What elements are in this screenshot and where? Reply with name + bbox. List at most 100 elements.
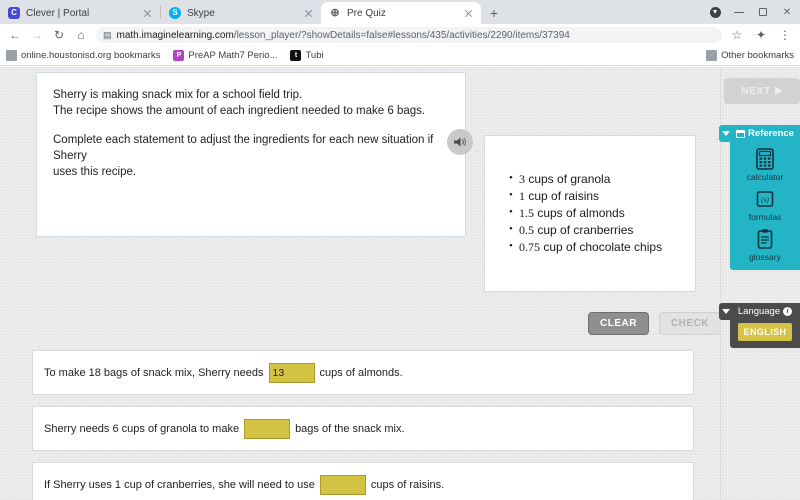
answer-text-after: bags of the snack mix. xyxy=(295,423,404,435)
maximize-icon[interactable] xyxy=(752,1,774,23)
recipe-text: cups of granola xyxy=(525,172,610,186)
bookmarks-bar: online.houstonisd.org bookmarks P PreAP … xyxy=(0,46,800,66)
navigation-bar: ← → ↻ ⌂ ▤ math.imaginelearning.com/lesso… xyxy=(0,24,800,46)
tool-label: glossary xyxy=(749,252,781,262)
answer-text-before: If Sherry uses 1 cup of cranberries, she… xyxy=(44,479,315,491)
omnibox-actions: ☆ ✦ ⋮ xyxy=(726,24,796,46)
bookmark-label: PreAP Math7 Perio... xyxy=(188,50,277,61)
url-text: math.imaginelearning.com/lesson_player/?… xyxy=(117,30,570,41)
bookmark-star-icon[interactable]: ☆ xyxy=(726,24,748,46)
clever-icon: C xyxy=(8,7,20,19)
reload-icon[interactable]: ↻ xyxy=(48,24,70,46)
bookmark-tubi[interactable]: t Tubi xyxy=(290,50,323,61)
bookmark-label: online.houstonisd.org bookmarks xyxy=(21,50,160,61)
recipe-item: 3 cups of granola xyxy=(509,171,695,188)
answer-row: If Sherry uses 1 cup of cranberries, she… xyxy=(32,462,694,500)
close-window-icon[interactable]: ✕ xyxy=(776,1,798,23)
recipe-amount: 0.75 xyxy=(519,240,540,254)
next-label: NEXT xyxy=(741,86,771,97)
prompt-line: uses this recipe. xyxy=(53,164,449,180)
recipe-amount: 0.5 xyxy=(519,223,534,237)
reference-header: Reference xyxy=(730,125,800,142)
tool-label: formulas xyxy=(749,212,782,222)
answer-row: To make 18 bags of snack mix, Sherry nee… xyxy=(32,350,694,395)
answer-list: To make 18 bags of snack mix, Sherry nee… xyxy=(32,350,694,500)
svg-text:(x): (x) xyxy=(761,196,769,204)
other-bookmarks-label: Other bookmarks xyxy=(721,50,794,61)
recipe-amount: 1.5 xyxy=(519,206,534,220)
forward-icon[interactable]: → xyxy=(26,24,48,46)
url-domain: math.imaginelearning.com xyxy=(117,30,234,41)
tool-formulas[interactable]: (x) formulas xyxy=(730,188,800,222)
other-bookmarks-button[interactable]: Other bookmarks xyxy=(706,50,794,61)
answer-text-before: To make 18 bags of snack mix, Sherry nee… xyxy=(44,367,264,379)
language-header: Language i xyxy=(730,303,800,320)
tool-calculator[interactable]: calculator xyxy=(730,148,800,182)
recipe-card: 3 cups of granola 1 cup of raisins 1.5 c… xyxy=(484,135,696,292)
reference-title: Reference xyxy=(748,128,794,139)
caret-down-icon xyxy=(722,131,730,136)
speaker-icon[interactable] xyxy=(447,129,473,155)
bookmark-label: Tubi xyxy=(305,50,323,61)
tab-title: Skype xyxy=(187,8,296,19)
answer-input[interactable] xyxy=(244,419,290,439)
tab-clever-portal[interactable]: C Clever | Portal xyxy=(0,2,160,24)
tool-label: calculator xyxy=(747,172,783,182)
profile-avatar-icon[interactable] xyxy=(704,1,726,23)
recipe-item: 0.5 cup of cranberries xyxy=(509,222,695,239)
home-icon[interactable]: ⌂ xyxy=(70,24,92,46)
next-button[interactable]: NEXT xyxy=(724,78,800,104)
tool-rail: NEXT Reference xyxy=(720,67,800,500)
answer-text-after: cups of raisins. xyxy=(371,479,444,491)
browser-menu-icon[interactable]: ⋮ xyxy=(774,24,796,46)
recipe-list: 3 cups of granola 1 cup of raisins 1.5 c… xyxy=(485,171,695,256)
globe-icon: ⊕ xyxy=(329,7,341,19)
answer-input[interactable]: 13 xyxy=(269,363,315,383)
spacer xyxy=(53,119,449,132)
prompt-line: The recipe shows the amount of each ingr… xyxy=(53,103,449,119)
recipe-item: 0.75 cup of chocolate chips xyxy=(509,239,695,256)
extensions-icon[interactable]: ✦ xyxy=(750,24,772,46)
prompt-line: Sherry is making snack mix for a school … xyxy=(53,87,449,103)
prompt-line: Complete each statement to adjust the in… xyxy=(53,132,449,164)
tool-glossary[interactable]: glossary xyxy=(730,228,800,262)
bookmark-houstonisd[interactable]: online.houstonisd.org bookmarks xyxy=(6,50,160,61)
new-tab-button[interactable]: + xyxy=(481,2,507,24)
recipe-item: 1 cup of raisins xyxy=(509,188,695,205)
powerpoint-icon: P xyxy=(173,50,184,61)
minimize-icon[interactable] xyxy=(728,1,750,23)
address-bar[interactable]: ▤ math.imaginelearning.com/lesson_player… xyxy=(96,27,722,43)
language-english-button[interactable]: ENGLISH xyxy=(738,323,792,341)
action-buttons: CLEAR CHECK xyxy=(588,312,721,335)
window-icon xyxy=(736,130,745,138)
tab-title: Pre Quiz xyxy=(347,8,456,19)
tab-pre-quiz[interactable]: ⊕ Pre Quiz xyxy=(321,2,481,24)
url-path: /lesson_player/?showDetails=false#lesson… xyxy=(234,30,570,41)
info-icon[interactable]: i xyxy=(783,307,792,316)
bookmark-preap-math7[interactable]: P PreAP Math7 Perio... xyxy=(173,50,277,61)
close-icon[interactable] xyxy=(141,7,154,20)
recipe-item: 1.5 cups of almonds xyxy=(509,205,695,222)
tubi-icon: t xyxy=(290,50,301,61)
clear-button[interactable]: CLEAR xyxy=(588,312,649,335)
check-button[interactable]: CHECK xyxy=(659,312,721,335)
glossary-icon xyxy=(755,228,775,250)
answer-input[interactable] xyxy=(320,475,366,495)
answer-text-after: cups of almonds. xyxy=(320,367,403,379)
answer-row: Sherry needs 6 cups of granola to make b… xyxy=(32,406,694,451)
page-info-icon[interactable]: ▤ xyxy=(103,30,112,41)
browser-window: C Clever | Portal S Skype ⊕ Pre Quiz + xyxy=(0,0,800,500)
calculator-icon xyxy=(755,148,775,170)
tab-skype[interactable]: S Skype xyxy=(161,2,321,24)
folder-icon xyxy=(6,50,17,61)
skype-icon: S xyxy=(169,7,181,19)
recipe-text: cups of almonds xyxy=(534,206,625,220)
back-icon[interactable]: ← xyxy=(4,24,26,46)
question-prompt-card: Sherry is making snack mix for a school … xyxy=(36,72,466,237)
close-icon[interactable] xyxy=(302,7,315,20)
language-title: Language xyxy=(738,306,780,317)
close-icon[interactable] xyxy=(462,7,475,20)
answer-text-before: Sherry needs 6 cups of granola to make xyxy=(44,423,239,435)
recipe-text: cup of raisins xyxy=(525,189,599,203)
recipe-text: cup of chocolate chips xyxy=(540,240,662,254)
